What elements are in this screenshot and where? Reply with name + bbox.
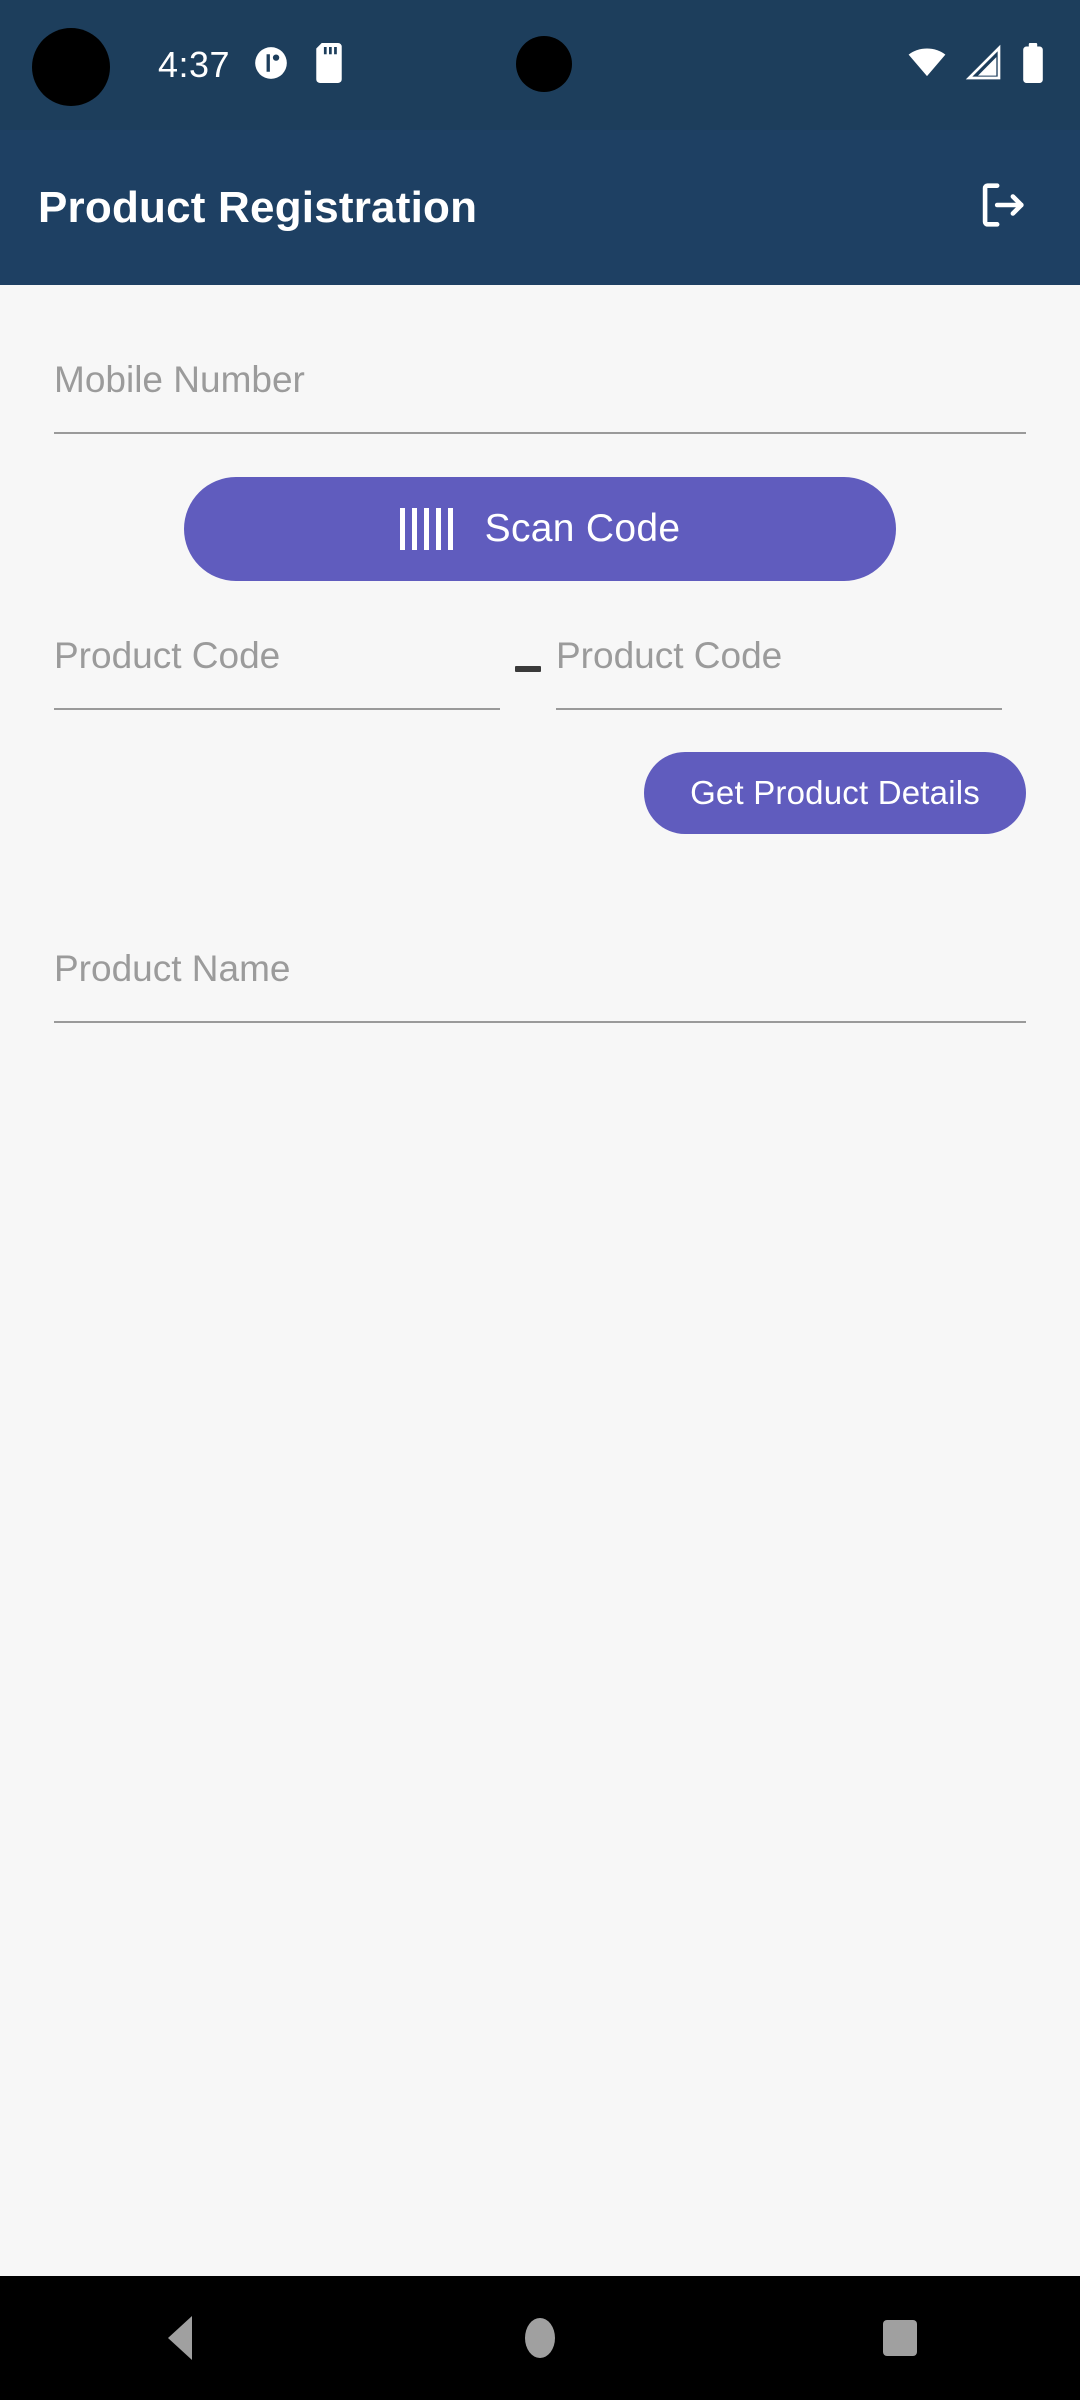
form-content: Mobile Number Scan Code Product Code Pro… (0, 285, 1080, 2276)
nav-back-button[interactable] (90, 2276, 270, 2400)
dash-icon (515, 666, 541, 672)
mobile-number-placeholder: Mobile Number (54, 359, 305, 400)
barcode-icon (399, 508, 453, 550)
product-code-first-placeholder: Product Code (54, 635, 281, 676)
get-details-row: Get Product Details (54, 752, 1026, 834)
product-code-second-underline (556, 708, 1002, 710)
product-name-field[interactable]: Product Name (54, 874, 1026, 1023)
status-bar-clock: 4:37 (158, 44, 231, 85)
front-camera-punch-hole-left (32, 28, 110, 106)
back-triangle-icon (168, 2316, 192, 2360)
status-bar-right-group (906, 0, 1046, 130)
nav-recents-button[interactable] (810, 2276, 990, 2400)
scan-code-button[interactable]: Scan Code (184, 477, 896, 581)
get-product-details-label: Get Product Details (690, 774, 980, 811)
status-bar-left-group: 4:37 (158, 42, 346, 88)
status-bar: 4:37 (0, 0, 1080, 130)
product-code-separator (500, 666, 556, 710)
product-name-underline (54, 1021, 1026, 1023)
notification-icons (252, 42, 346, 88)
front-camera-punch-hole-center (516, 36, 572, 92)
home-circle-icon (525, 2318, 555, 2358)
battery-icon (1020, 42, 1046, 89)
nav-home-button[interactable] (450, 2276, 630, 2400)
scan-button-row: Scan Code (54, 477, 1026, 581)
android-navigation-bar (0, 2276, 1080, 2400)
wifi-icon (906, 42, 948, 89)
mobile-number-field[interactable]: Mobile Number (54, 285, 1026, 434)
product-code-first-column: Product Code (54, 637, 500, 710)
scan-code-button-label: Scan Code (484, 507, 681, 550)
phone-screen: 4:37 Product Registration Mobile Number … (0, 0, 1080, 2400)
get-product-details-button[interactable]: Get Product Details (644, 752, 1026, 834)
mobile-number-underline (54, 432, 1026, 434)
cellular-signal-icon (964, 43, 1004, 88)
page-title: Product Registration (38, 182, 478, 232)
product-name-placeholder: Product Name (54, 948, 291, 989)
product-code-row: Product Code Product Code (54, 637, 1026, 710)
product-code-second-column: Product Code (556, 637, 1002, 710)
app-bar: Product Registration (0, 130, 1080, 285)
product-code-first-field[interactable]: Product Code (54, 637, 500, 710)
product-code-second-field[interactable]: Product Code (556, 637, 1002, 710)
logout-icon (973, 176, 1031, 239)
product-code-first-underline (54, 708, 500, 710)
app-circle-icon (252, 44, 290, 87)
product-code-second-placeholder: Product Code (556, 635, 783, 676)
sd-card-icon (312, 42, 346, 88)
recents-square-icon (883, 2320, 917, 2356)
logout-button[interactable] (960, 166, 1044, 250)
